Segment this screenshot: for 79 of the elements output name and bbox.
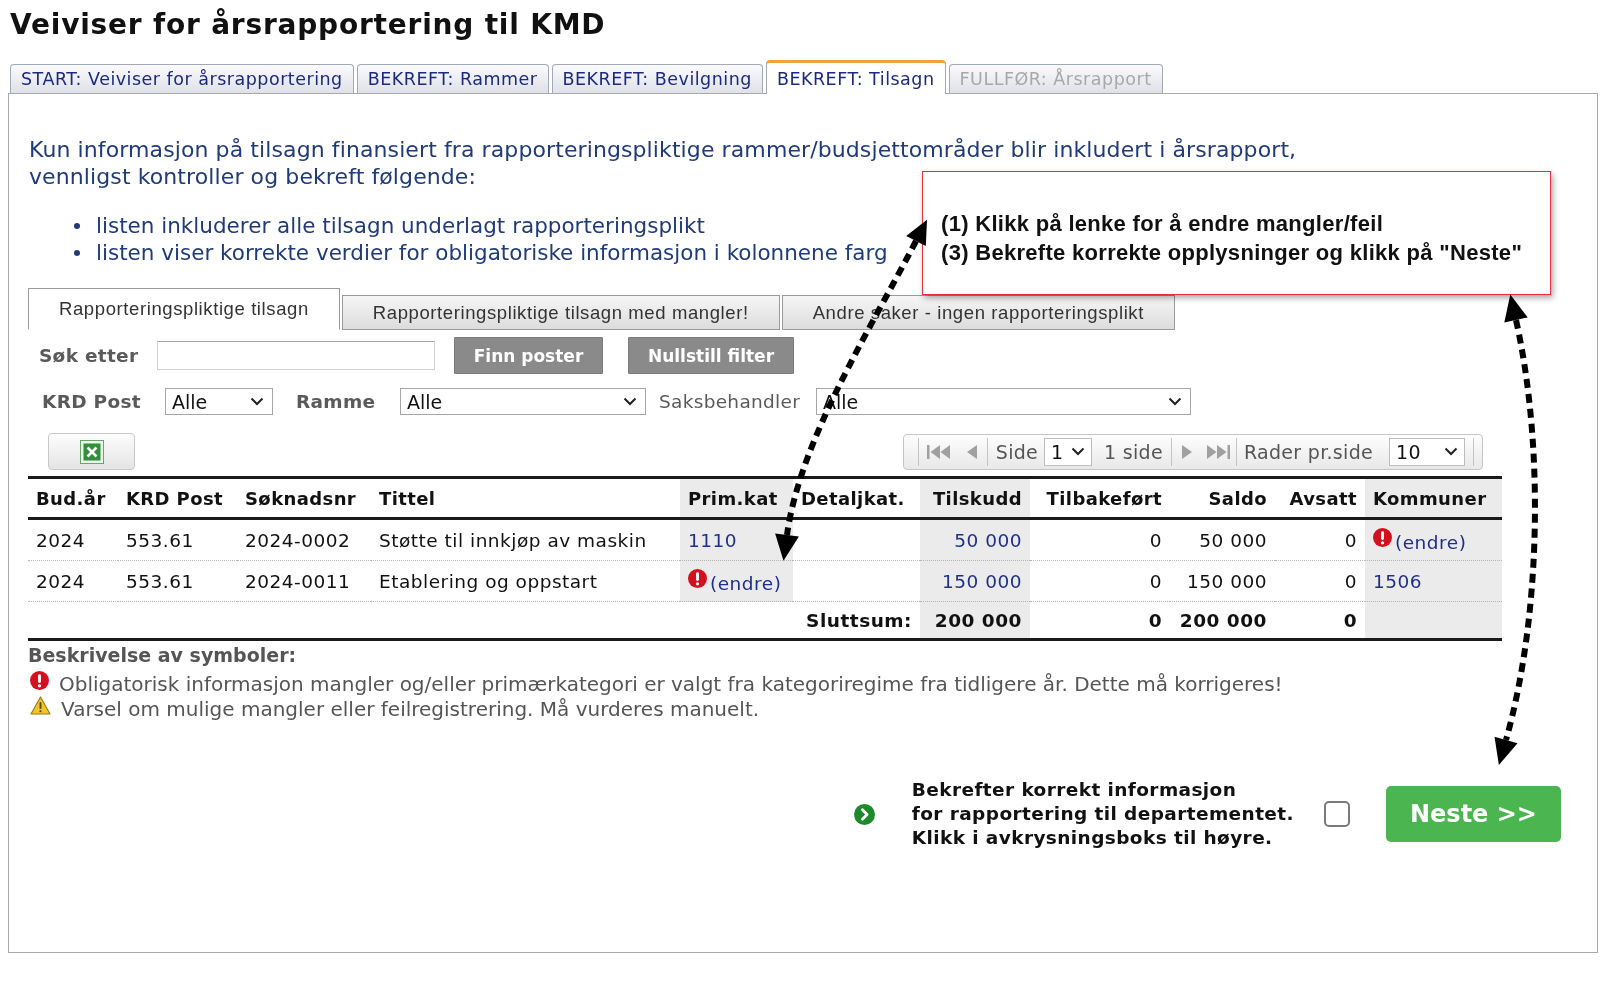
cell-text: 553.61: [126, 570, 194, 592]
wizard-tab[interactable]: BEKREFT: Bevilgning: [551, 64, 763, 93]
total-value: 200 000: [934, 609, 1022, 631]
confirm-text: Bekrefter korrekt informasjon for rapportering til departementet. Klikk i avkrysningsboks til høyre.: [911, 778, 1294, 850]
chevron-down-icon: [1168, 397, 1182, 406]
cell-text: Etablering og oppstart: [379, 570, 598, 592]
error-icon: [688, 568, 707, 588]
bullet-icon: [74, 222, 80, 229]
column-header: Tittel: [371, 477, 680, 519]
column-header: Søknadsnr: [237, 477, 371, 519]
filter-label: Ramme: [296, 391, 376, 412]
column-header: Saldo: [1170, 477, 1275, 519]
spreadsheet-export-button[interactable]: [48, 433, 135, 470]
rows-per-page-label: Rader pr.side: [1243, 440, 1373, 463]
cell-text: 150 000: [1187, 570, 1267, 592]
chevron-down-icon: [623, 397, 637, 406]
column-header: Tilbakeført: [1030, 477, 1170, 519]
column-header: Avsatt: [1275, 477, 1365, 519]
next-page-icon[interactable]: [1181, 443, 1192, 460]
callout-text: (3) Bekrefte korrekte opplysninger og klikk på "Neste": [941, 239, 1523, 267]
filter-dropdown[interactable]: Alle: [400, 388, 646, 415]
search-field[interactable]: [157, 341, 435, 370]
column-header: Detaljkat.: [793, 477, 920, 519]
cell-text: 553.61: [126, 529, 194, 551]
filter-label: Saksbehandler: [659, 391, 801, 412]
column-header: KRD Post: [118, 477, 237, 519]
first-page-icon[interactable]: [926, 443, 951, 460]
total-value: 0: [1343, 609, 1357, 631]
cell-text: 0: [1149, 570, 1162, 592]
tab[interactable]: Andre saker - ingen rapporteringsplikt: [781, 295, 1175, 330]
page-count: 1 side: [1104, 440, 1163, 463]
chevron-down-icon: [250, 397, 264, 406]
tab[interactable]: Rapporteringspliktige tilsagn: [28, 288, 340, 330]
cell-link[interactable]: 1506: [1373, 570, 1423, 592]
callout-text: (1) Klikk på lenke for å endre mangler/feil: [941, 210, 1384, 238]
column-header: Tilskudd: [920, 477, 1030, 519]
rows-per-page-dropdown[interactable]: 10: [1389, 437, 1465, 466]
total-label: Sluttsum:: [806, 609, 912, 631]
error-icon: [30, 671, 49, 690]
cell-text: 0: [1344, 570, 1357, 592]
bullet-text: listen viser korrekte verdier for obligatoriske informasjon i kolonnene farg: [96, 240, 888, 265]
cell-text: Støtte til innkjøp av maskin: [379, 529, 647, 551]
chevron-down-icon: [1444, 447, 1458, 456]
page-dropdown[interactable]: 1: [1044, 437, 1093, 466]
warning-icon: [30, 696, 51, 715]
cell-text: 50 000: [1199, 529, 1267, 551]
total-value: 200 000: [1179, 609, 1267, 631]
column-header: Prim.kat: [680, 477, 793, 519]
intro-text: Kun informasjon på tilsagn finansiert fra rapporteringspliktige rammer/budsjettområder blir inkludert i årsrapport, vennligst kontroller og bekreft følgende:: [29, 136, 1298, 190]
legend-title: Beskrivelse av symboler:: [28, 644, 297, 666]
column-header: Bud.år: [28, 477, 118, 519]
wizard-tab[interactable]: BEKREFT: Tilsagn: [765, 60, 946, 94]
cell-text: 0: [1344, 529, 1357, 551]
page-title: Veiviser for årsrapportering til KMD: [10, 7, 606, 43]
legend-text: Varsel om mulige mangler eller feilregistrering. Må vurderes manuelt.: [61, 696, 760, 721]
spreadsheet-icon: [79, 439, 104, 464]
filter-dropdown[interactable]: Alle: [165, 388, 273, 415]
checkbox[interactable]: [1324, 801, 1350, 827]
tab[interactable]: Rapporteringspliktige tilsagn med mangler!: [341, 295, 780, 330]
cell-text: 0: [1149, 529, 1162, 551]
cell-text: 2024: [36, 570, 86, 592]
cell-text: 2024-0002: [245, 529, 351, 551]
total-value: 0: [1148, 609, 1162, 631]
bullet-icon: [74, 249, 80, 256]
cell-text: 2024-0011: [245, 570, 351, 592]
previous-page-icon[interactable]: [966, 443, 977, 460]
cell-text: 2024: [36, 529, 86, 551]
chevron-down-icon: [1071, 447, 1086, 456]
search-label: Søk etter: [39, 345, 139, 366]
last-page-icon[interactable]: [1205, 443, 1230, 460]
page-label: Side: [995, 440, 1039, 463]
wizard-tab[interactable]: BEKREFT: Rammer: [356, 64, 549, 93]
error-icon: [1373, 527, 1392, 547]
chevron-circle-icon: [853, 803, 875, 825]
legend-text: Obligatorisk informasjon mangler og/eller primærkategori er valgt fra kategoriregime fra tidligere år. Dette må korrigeres!: [59, 671, 1283, 696]
filter-label: KRD Post: [42, 391, 141, 412]
bullet-text: listen inkluderer alle tilsagn underlagt rapporteringsplikt: [96, 213, 705, 238]
wizard-tab[interactable]: START: Veiviser for årsrapportering: [10, 64, 354, 93]
column-header: Kommuner: [1365, 477, 1502, 519]
